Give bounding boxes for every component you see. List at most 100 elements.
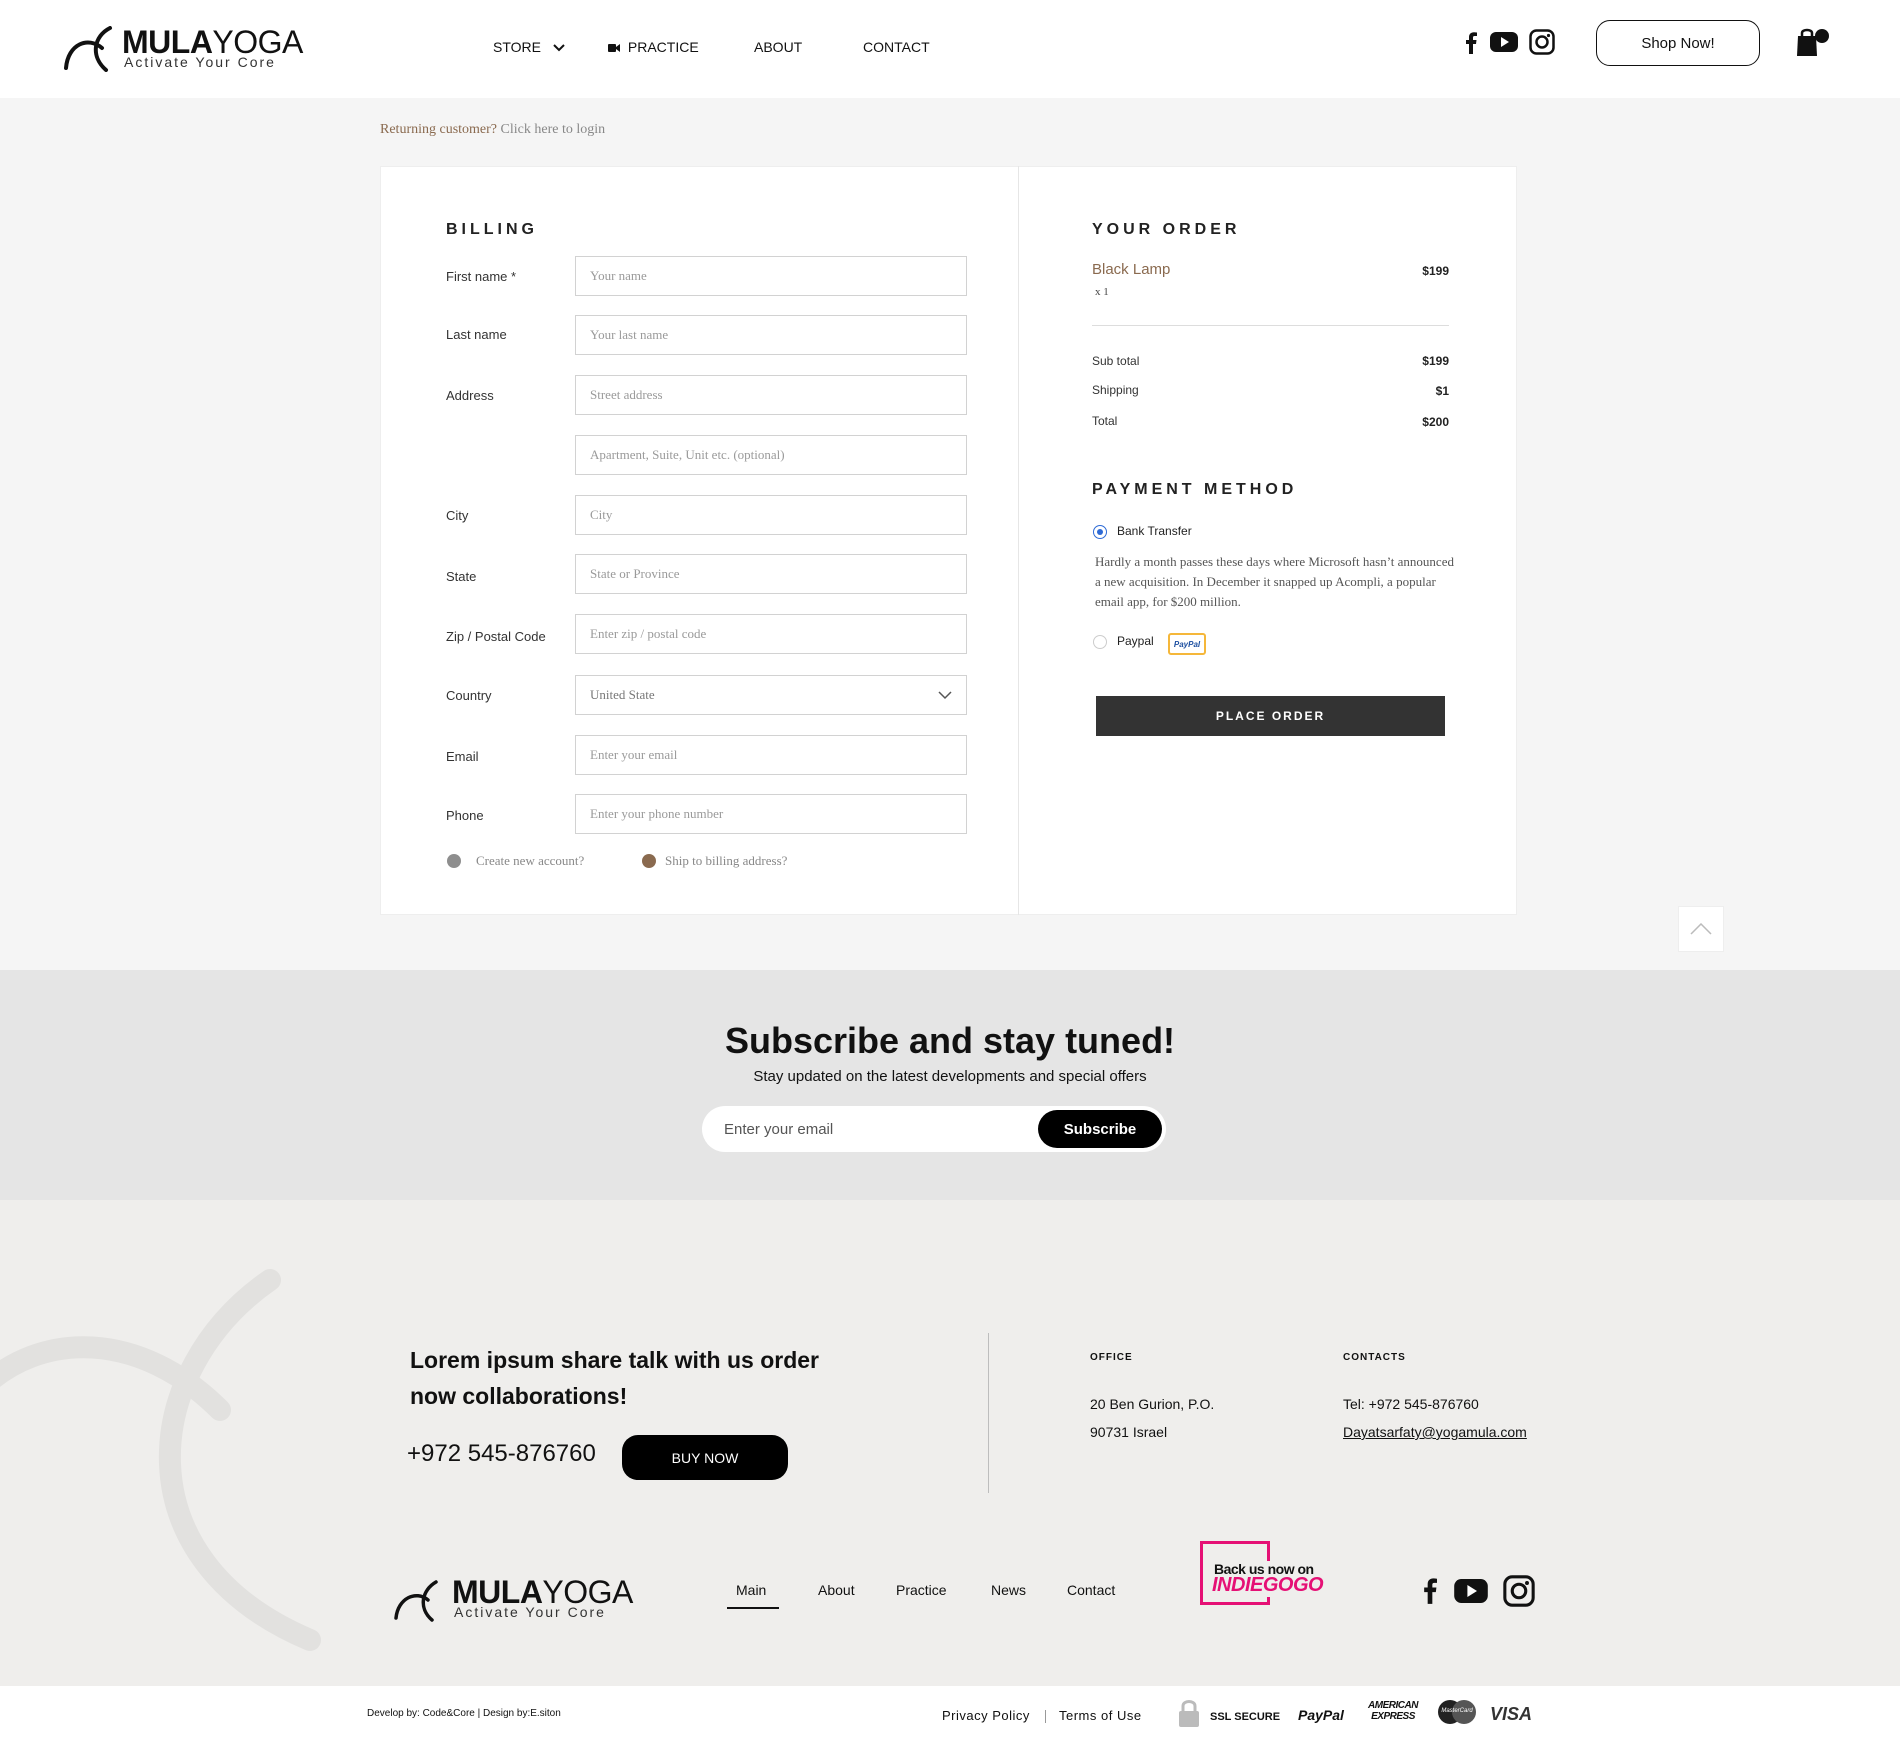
footer-nav-news[interactable]: News [991, 1582, 1026, 1598]
links-separator [1045, 1710, 1046, 1723]
lock-icon [1179, 1700, 1199, 1727]
ssl-secure-text: SSL SECURE [1210, 1711, 1281, 1723]
footer-phone[interactable]: +972 545-876760 [407, 1440, 596, 1468]
indiegogo-badge[interactable]: Back us now on INDIEGOGO [1200, 1541, 1324, 1605]
office-title: OFFICE [1090, 1352, 1133, 1363]
zip-input[interactable] [575, 614, 967, 654]
terms-of-use-link[interactable]: Terms of Use [1059, 1708, 1142, 1723]
amex-line-1: AMERICAN [1368, 1700, 1418, 1711]
login-link[interactable]: Click here to login [501, 122, 606, 137]
youtube-icon[interactable] [1490, 30, 1518, 54]
email-input[interactable] [575, 735, 967, 775]
facebook-icon[interactable] [1462, 30, 1480, 56]
street-address-input[interactable] [575, 375, 967, 415]
privacy-policy-link[interactable]: Privacy Policy [942, 1708, 1030, 1723]
paypal-label: Paypal [1117, 634, 1154, 648]
subscribe-section: Subscribe and stay tuned! Stay updated o… [0, 970, 1900, 1200]
indiegogo-line-2: INDIEGOGO [1212, 1574, 1324, 1597]
chevron-up-icon [1690, 923, 1712, 935]
footer-pitch: Lorem ipsum share talk with us order now… [410, 1342, 819, 1414]
country-select[interactable]: United State [575, 675, 967, 715]
ship-billing-label: Ship to billing address? [665, 853, 788, 868]
subscribe-title: Subscribe and stay tuned! [724, 1020, 1176, 1061]
chevron-down-icon [553, 44, 565, 52]
scroll-to-top-button[interactable] [1678, 906, 1724, 952]
first-name-label: First name * [446, 269, 517, 284]
facebook-icon[interactable] [1420, 1576, 1440, 1606]
ship-billing-checkbox[interactable] [642, 854, 656, 868]
amex-line-2: EXPRESS [1371, 1711, 1415, 1722]
your-order-title: YOUR ORDER [1092, 221, 1241, 238]
place-order-button[interactable]: PLACE ORDER [1096, 696, 1445, 736]
footer-nav-main[interactable]: Main [736, 1582, 766, 1598]
create-account-label: Create new account? [476, 853, 585, 868]
last-name-label: Last name [446, 327, 507, 342]
radio-dot [1097, 529, 1103, 535]
footer-logo-tagline: Activate Your Core [454, 1604, 606, 1620]
billing-title: BILLING [446, 221, 538, 238]
state-input[interactable] [575, 554, 967, 594]
nav-store-label: STORE [493, 39, 541, 55]
youtube-icon[interactable] [1454, 1578, 1488, 1604]
nav-about[interactable]: ABOUT [754, 39, 802, 55]
subscribe-text: Stay updated on the latest developments … [753, 1068, 1147, 1085]
footer-nav-about[interactable]: About [818, 1582, 855, 1598]
logo-mark-icon [394, 1580, 438, 1622]
footer-nav-contact[interactable]: Contact [1067, 1582, 1115, 1598]
office-line-1: 20 Ben Gurion, P.O. [1090, 1396, 1215, 1412]
header-logo[interactable]: MULAYOGA Activate Your Core [64, 24, 304, 74]
instagram-icon[interactable] [1502, 1574, 1536, 1608]
contacts-email[interactable]: Dayatsarfaty@yogamula.com [1343, 1424, 1527, 1440]
mastercard-text: MasterCard [1441, 1708, 1473, 1714]
subtotal-label: Sub total [1092, 354, 1140, 368]
contacts-tel[interactable]: Tel: +972 545-876760 [1343, 1396, 1479, 1412]
subscribe-email-input[interactable] [724, 1106, 1024, 1152]
logo-mark-icon [64, 26, 112, 72]
footer-pitch-line-1: Lorem ipsum share talk with us order [410, 1347, 819, 1373]
total-label: Total [1092, 414, 1118, 428]
bank-transfer-description: Hardly a month passes these days where M… [1095, 554, 1454, 609]
paypal-badge-text: PayPal [1173, 639, 1201, 649]
bank-transfer-radio[interactable] [1093, 525, 1107, 539]
phone-input[interactable] [575, 794, 967, 834]
last-name-input[interactable] [575, 315, 967, 355]
shop-now-button[interactable]: Shop Now! [1596, 20, 1760, 66]
address-label: Address [446, 388, 494, 403]
order-item-name[interactable]: Black Lamp [1092, 261, 1170, 278]
payment-method-title: PAYMENT METHOD [1092, 481, 1298, 498]
create-account-checkbox[interactable] [447, 854, 461, 868]
apartment-input[interactable] [575, 435, 967, 475]
first-name-input[interactable] [575, 256, 967, 296]
video-camera-icon [608, 44, 620, 53]
credits: Develop by: Code&Core | Design by:E.sito… [367, 1708, 561, 1719]
instagram-icon[interactable] [1528, 28, 1556, 56]
paypal-logo: PayPal [1298, 1707, 1344, 1723]
buy-now-button[interactable]: BUY NOW [622, 1435, 788, 1480]
visa-logo: VISA [1490, 1704, 1533, 1724]
shipping-value: $1 [1435, 384, 1449, 398]
nav-practice-label: PRACTICE [627, 39, 699, 55]
shipping-label: Shipping [1092, 383, 1139, 397]
logo-tagline: Activate Your Core [124, 54, 276, 70]
site-footer: Lorem ipsum share talk with us order now… [0, 1200, 1900, 1686]
nav-store[interactable]: STORE [493, 39, 565, 55]
footer-logo[interactable]: MULAYOGA Activate Your Core [394, 1574, 634, 1624]
order-divider [1092, 325, 1449, 326]
paypal-radio[interactable] [1093, 635, 1107, 649]
shopping-bag-icon[interactable] [1794, 26, 1830, 58]
phone-label: Phone [446, 808, 484, 823]
returning-question: Returning customer? [380, 122, 498, 137]
order-item-qty: x 1 [1095, 286, 1109, 298]
subscribe-form: Subscribe [702, 1106, 1166, 1152]
bank-transfer-label: Bank Transfer [1117, 524, 1192, 538]
amex-logo: AMERICAN EXPRESS [1358, 1700, 1428, 1726]
footer-nav-active-underline [727, 1607, 779, 1609]
nav-practice[interactable]: PRACTICE [608, 39, 699, 55]
footer-nav-practice[interactable]: Practice [896, 1582, 947, 1598]
office-line-2: 90731 Israel [1090, 1424, 1168, 1440]
subtotal-value: $199 [1422, 354, 1449, 368]
mastercard-logo: MasterCard [1438, 1700, 1478, 1724]
nav-contact[interactable]: CONTACT [863, 39, 930, 55]
subscribe-button[interactable]: Subscribe [1038, 1110, 1162, 1148]
city-input[interactable] [575, 495, 967, 535]
